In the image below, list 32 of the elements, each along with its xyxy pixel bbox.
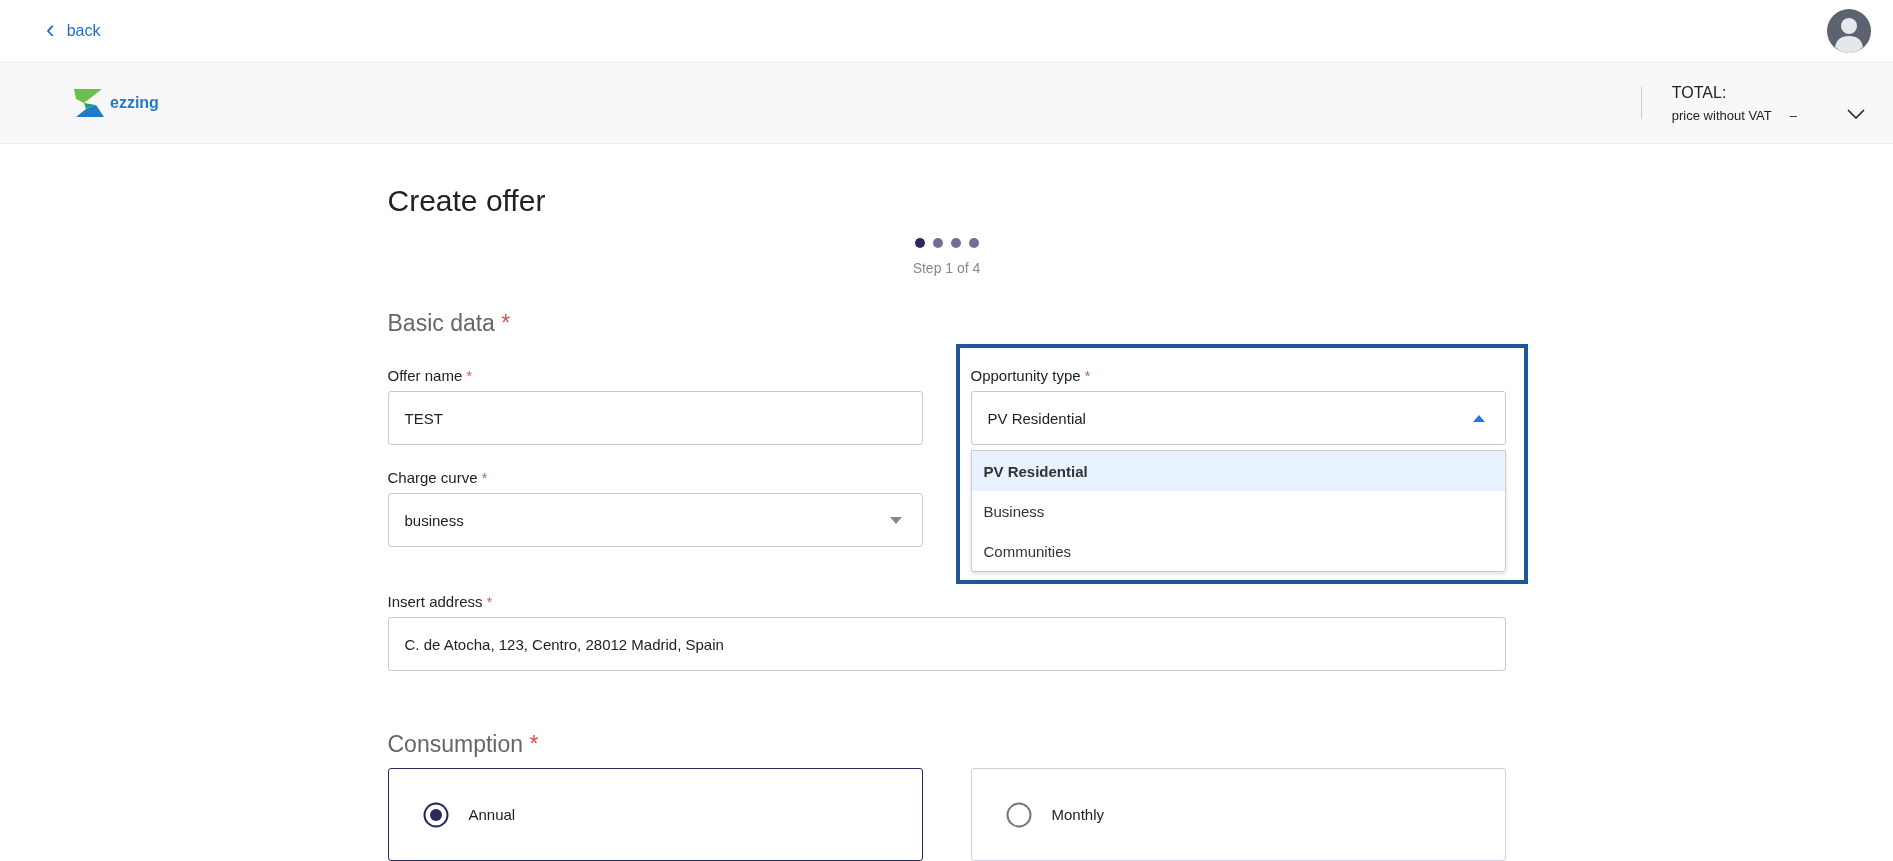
field-label: Charge curve [387,469,478,486]
section-heading: Consumption [387,731,524,757]
chevron-icon[interactable] [1847,109,1865,119]
field-label: Opportunity type [970,367,1081,384]
required-mark: * [466,368,472,384]
logo-text: ezzing [110,94,159,112]
opportunity-type-dropdown[interactable]: PV Residential [970,391,1506,445]
avatar-icon[interactable] [1827,9,1871,53]
radio-option[interactable]: Annual [387,768,923,861]
dropdown-option[interactable]: Business [971,491,1505,531]
dropdown-option[interactable]: PV Residential [971,451,1505,491]
radio-option[interactable]: Monthly [970,768,1506,861]
required-mark: * [486,594,493,610]
step-label: Step 1 of 4 [912,260,981,276]
page-title: Create offer [387,184,547,218]
address-field[interactable]: C. de Atocha, 123, Centro, 28012 Madrid, Spain [387,617,1506,671]
required-mark: * [529,731,539,757]
radio-label: Monthly [1051,806,1105,823]
total-value: – [1789,107,1797,123]
radio-label: Annual [468,806,516,823]
dropdown-option[interactable]: Communities [971,531,1505,571]
offer-name-field[interactable]: TEST [387,391,923,445]
required-mark: * [481,470,488,486]
total-title: TOTAL: [1671,83,1728,102]
section-heading: Basic data [387,310,495,336]
field-label: Offer name [387,367,463,384]
charge-curve-dropdown[interactable]: business [387,493,923,547]
field-label: Insert address [387,593,483,610]
total-subtitle: price without VAT [1671,107,1772,123]
required-mark: * [501,310,511,336]
back-link[interactable]: ‹ back [46,20,101,42]
required-mark: * [1084,368,1091,384]
